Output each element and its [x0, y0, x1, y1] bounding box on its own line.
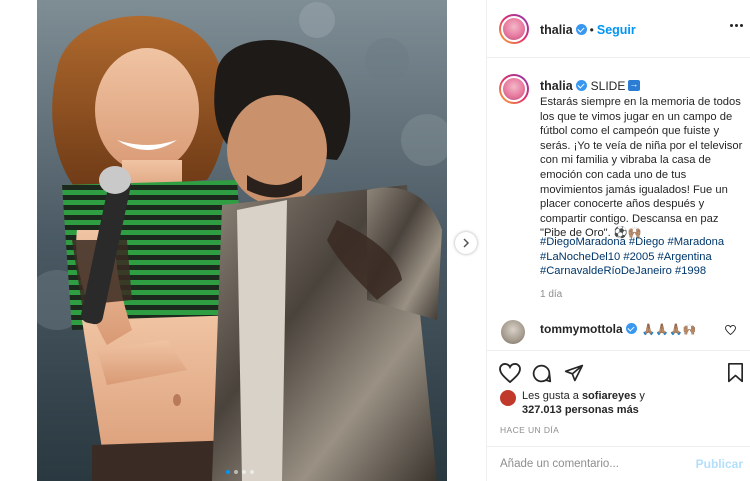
next-slide-button[interactable] — [455, 232, 477, 254]
slide-dot — [242, 470, 246, 474]
post-photo[interactable] — [37, 0, 447, 481]
like-comment-heart-icon[interactable] — [725, 325, 736, 335]
commenter-username-link[interactable]: tommymottola — [540, 322, 623, 336]
likes-count-link[interactable]: 327.013 personas más — [522, 404, 639, 416]
header-user: thalia • Seguir — [540, 21, 636, 39]
post-header: thalia • Seguir — [487, 0, 750, 58]
caption-hashtags[interactable]: #DiegoMaradona #Diego #Maradona #LaNoche… — [540, 235, 745, 279]
comment-input[interactable] — [500, 456, 690, 472]
verified-badge-icon — [575, 24, 587, 35]
arrow-right-emoji-icon — [628, 79, 641, 91]
liker-avatar[interactable] — [500, 390, 516, 406]
slide-dot — [226, 470, 230, 474]
comment-header: tommymottola 🙏🏽🙏🏽🙏🏽🙌🏽 — [540, 322, 696, 336]
post-actions: Les gusta a sofiareyes y 327.013 personas… — [487, 350, 750, 478]
slide-dot — [234, 470, 238, 474]
caption-avatar[interactable] — [499, 74, 529, 104]
follow-button[interactable]: Seguir — [597, 23, 636, 37]
publish-button[interactable]: Publicar — [696, 457, 743, 471]
more-options-icon[interactable] — [730, 24, 743, 27]
likes-text: Les gusta a sofiareyes y 327.013 personas… — [522, 389, 747, 417]
caption-username-link[interactable]: thalia — [540, 79, 573, 93]
save-bookmark-icon[interactable] — [727, 363, 744, 383]
comments-section[interactable]: thalia SLIDE Estarás siempre en la memori… — [487, 58, 750, 350]
avatar[interactable] — [499, 14, 529, 44]
post-sidebar: thalia •Seguir thalia SLIDE Estarás siempr… — [486, 0, 750, 481]
comment-bubble-icon[interactable] — [531, 363, 552, 384]
slide-dot — [250, 470, 254, 474]
comment-item: tommymottola 🙏🏽🙏🏽🙏🏽🙌🏽 — [487, 316, 750, 350]
add-comment-bar: Publicar — [487, 446, 750, 480]
photo-image — [37, 0, 447, 481]
caption-header: thalia SLIDE — [540, 79, 641, 93]
username-link[interactable]: thalia — [540, 23, 573, 37]
commenter-avatar[interactable] — [501, 320, 525, 344]
likes-joiner: y — [636, 390, 645, 402]
caption-timestamp: 1 día — [540, 289, 563, 300]
slide-label: SLIDE — [590, 79, 626, 93]
chevron-right-icon — [463, 238, 470, 248]
share-paper-plane-icon[interactable] — [564, 363, 584, 383]
verified-badge-icon — [625, 323, 637, 334]
like-heart-icon[interactable] — [499, 363, 521, 383]
liker-username-link[interactable]: sofiareyes — [582, 390, 636, 402]
post-timestamp[interactable]: HACE UN DÍA — [500, 425, 559, 435]
verified-badge-icon — [575, 80, 587, 91]
likes-prefix: Les gusta a — [522, 390, 582, 402]
comment-text: 🙏🏽🙏🏽🙏🏽🙌🏽 — [641, 324, 697, 336]
separator-dot: • — [589, 23, 594, 37]
caption-text: Estarás siempre en la memoria de todos l… — [540, 96, 743, 240]
slide-indicator — [226, 470, 254, 474]
